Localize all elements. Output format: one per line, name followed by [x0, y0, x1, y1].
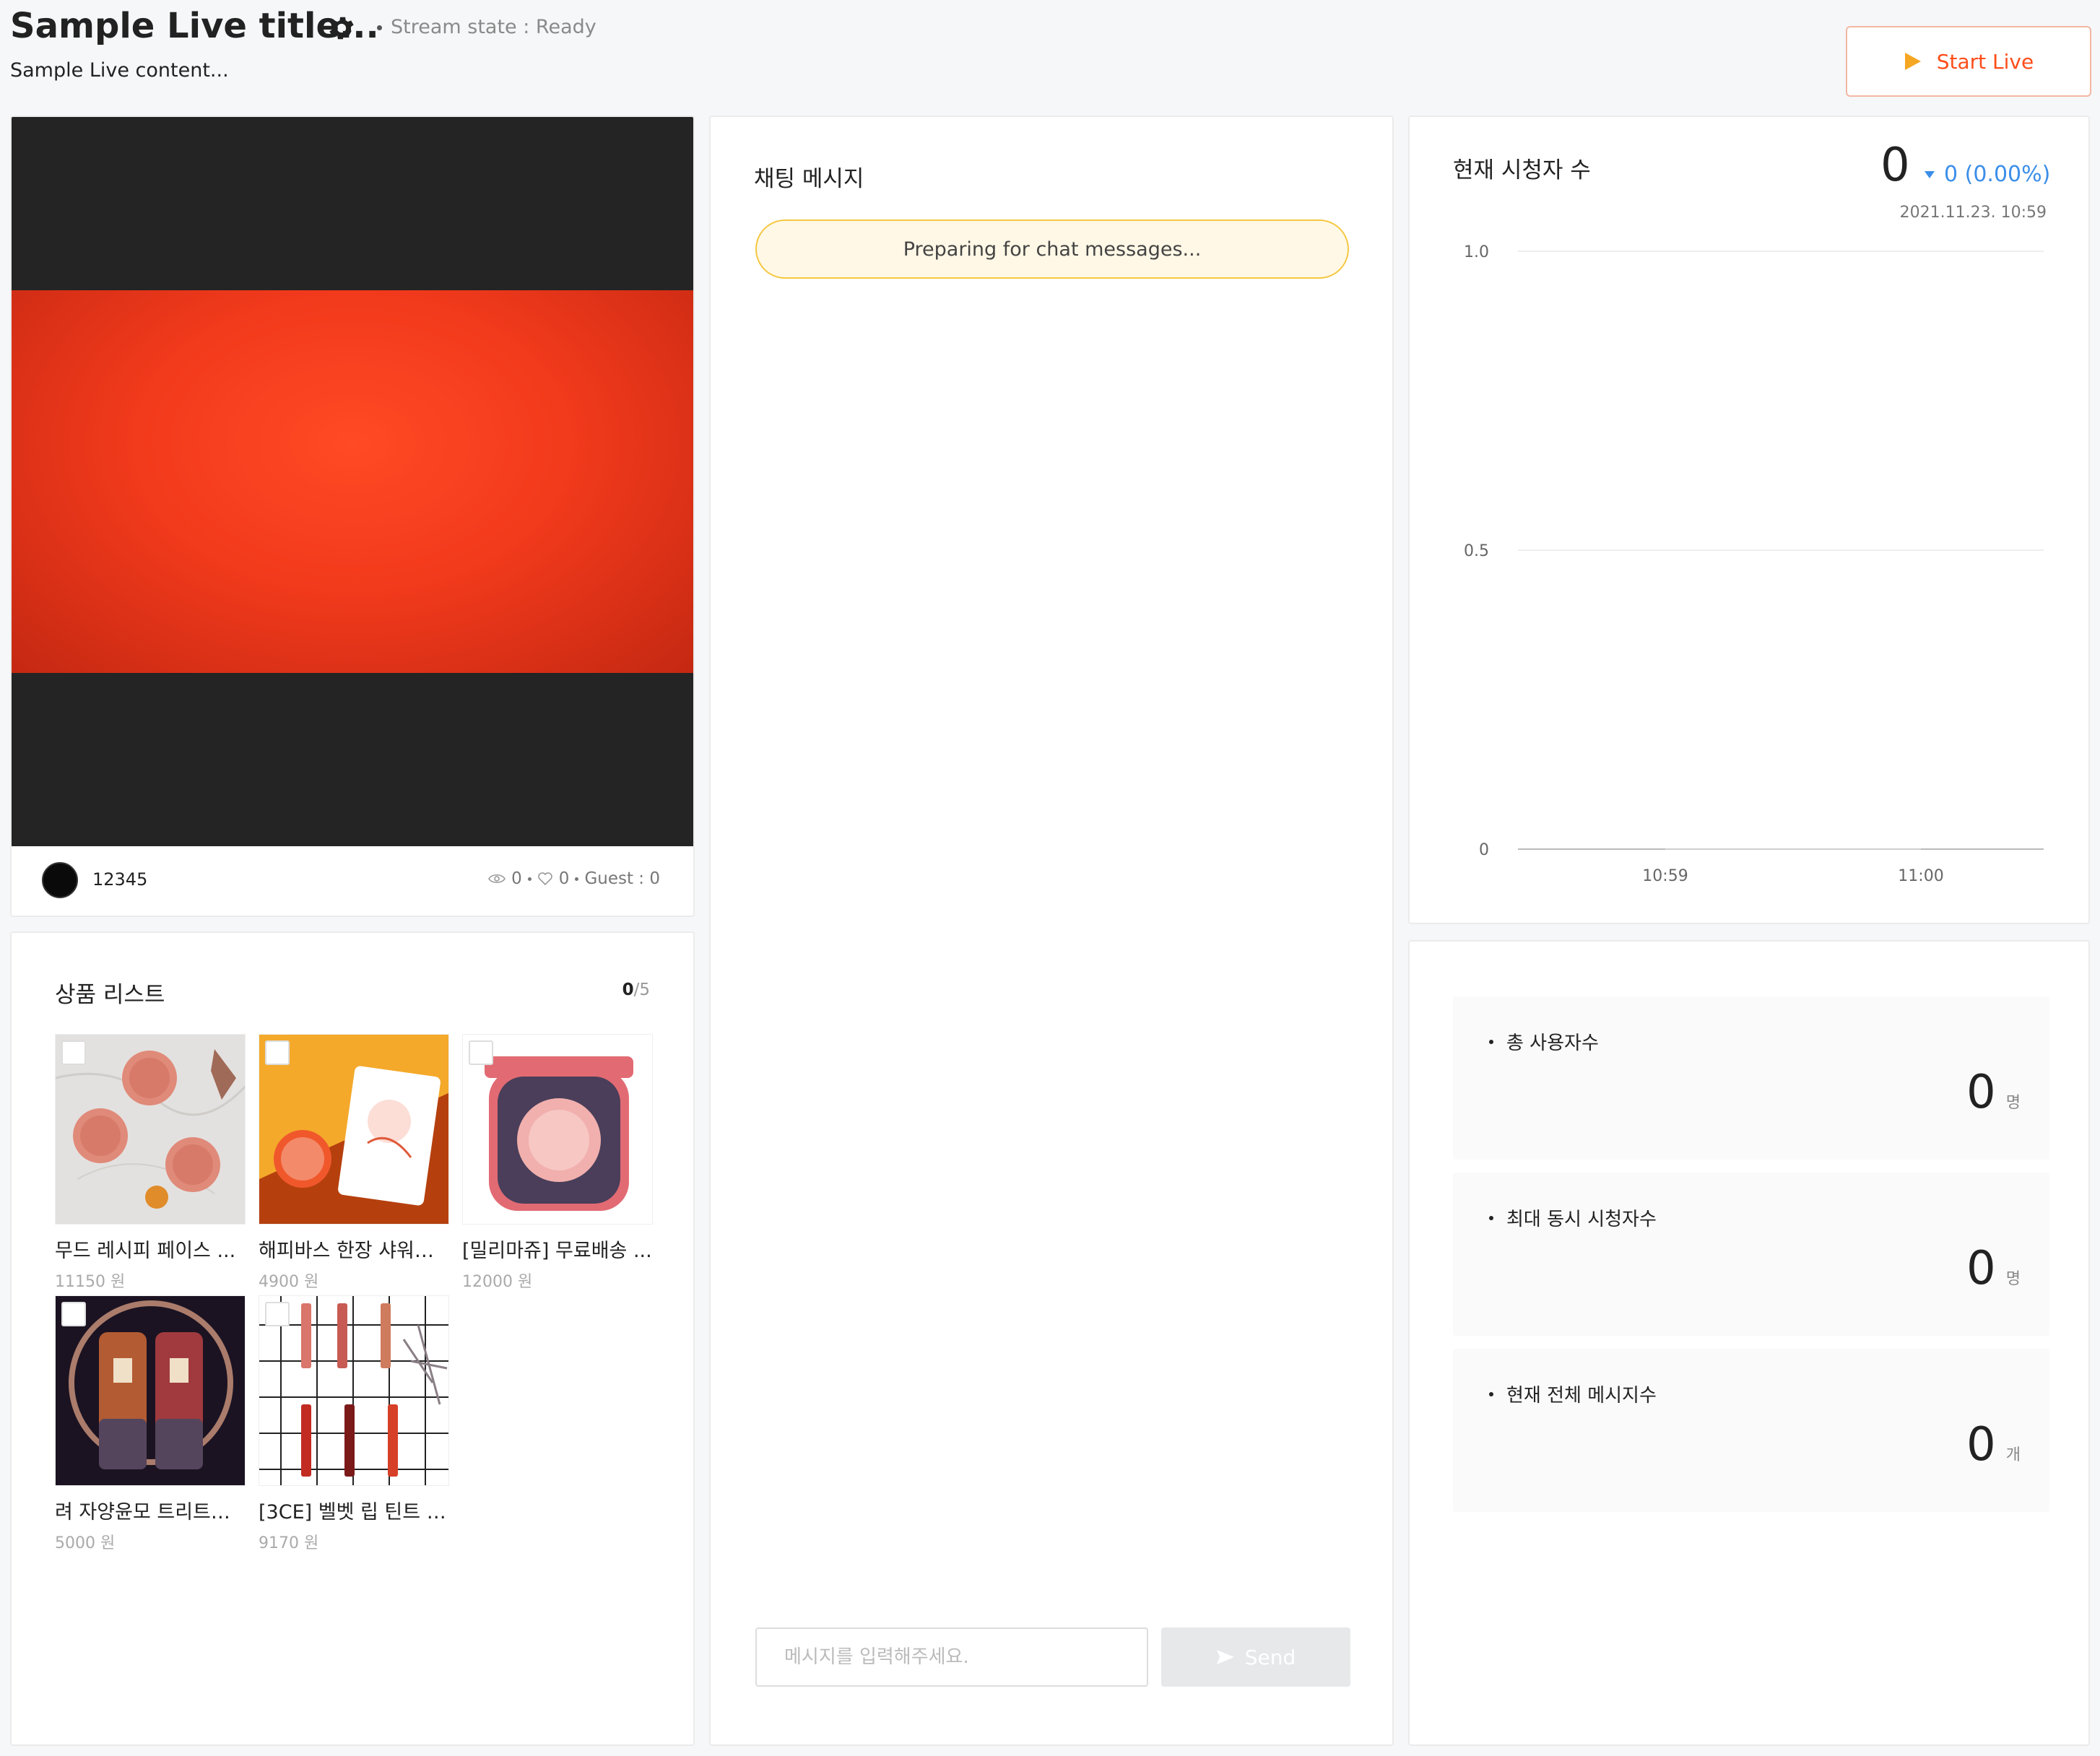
product-list-card: 상품 리스트 0/5 무드 레시피 페이스 ... 11150 원 해피바스 한… — [10, 931, 695, 1746]
stat-unit: 명 — [2005, 1094, 2021, 1112]
video-stats: 0 0 Guest : 0 — [488, 869, 660, 888]
stat-label: 현재 전체 메시지수 — [1489, 1381, 1657, 1407]
x-tick-label: 10:59 — [1642, 867, 1688, 885]
start-live-button[interactable]: Start Live — [1846, 26, 2091, 97]
product-item[interactable]: 려 자양윤모 트리트먼... 5000 원 — [55, 1295, 246, 1553]
x-tick-label: 11:00 — [1898, 867, 1943, 885]
stat-number: 0 — [1966, 1418, 1996, 1472]
stat-label: 최대 동시 시청자수 — [1489, 1204, 1657, 1231]
product-item[interactable]: [밀리마쥬] 무료배송 ... 12000 원 — [462, 1034, 653, 1292]
product-selected-count: 0/5 — [622, 981, 650, 999]
video-frame — [12, 290, 693, 673]
product-name: [3CE] 벨벳 립 틴트 4g — [259, 1501, 449, 1524]
stat-label-text: 최대 동시 시청자수 — [1506, 1209, 1657, 1230]
send-icon — [1216, 1650, 1234, 1664]
product-image — [55, 1034, 246, 1225]
guest-count: Guest : 0 — [584, 869, 660, 888]
product-image — [462, 1034, 653, 1225]
product-price: 5000 원 — [55, 1534, 116, 1552]
total-count: /5 — [633, 981, 650, 999]
product-price: 12000 원 — [462, 1273, 533, 1291]
stat-value: 0명 — [1966, 1242, 2021, 1295]
bullet-icon — [377, 25, 382, 30]
product-checkbox[interactable] — [265, 1040, 290, 1065]
live-title: Sample Live title... — [10, 6, 379, 46]
stat-unit: 개 — [2005, 1446, 2021, 1464]
start-live-label: Start Live — [1936, 49, 2034, 74]
like-count: 0 — [558, 869, 570, 888]
heart-icon — [538, 872, 552, 886]
selected-count: 0 — [622, 981, 634, 999]
live-description: Sample Live content... — [10, 59, 229, 82]
stat-value: 0개 — [1966, 1418, 2021, 1472]
product-price: 4900 원 — [259, 1273, 319, 1291]
eye-icon — [488, 874, 506, 884]
bullet-icon — [1489, 1039, 1493, 1044]
stat-peak-viewers: 최대 동시 시청자수 0명 — [1453, 1173, 2049, 1336]
bullet-icon — [1489, 1215, 1493, 1220]
y-tick-label: 0 — [1479, 841, 1489, 859]
stat-label-text: 현재 전체 메시지수 — [1506, 1385, 1657, 1407]
stat-number: 0 — [1966, 1242, 1996, 1295]
send-label: Send — [1244, 1645, 1296, 1669]
product-item[interactable]: [3CE] 벨벳 립 틴트 4g 9170 원 — [259, 1295, 449, 1553]
product-image — [259, 1295, 449, 1486]
chat-card: 채팅 메시지 Preparing for chat messages... Se… — [709, 116, 1394, 1746]
product-checkbox[interactable] — [61, 1040, 86, 1065]
send-button[interactable]: Send — [1161, 1627, 1350, 1687]
stream-state-text: Stream state : Ready — [391, 16, 596, 38]
product-item[interactable]: 해피바스 한장 샤워티슈 4900 원 — [259, 1034, 449, 1292]
video-preview-card: 12345 0 0 Guest : 0 — [10, 116, 695, 917]
stat-label-text: 총 사용자수 — [1506, 1033, 1599, 1054]
product-checkbox[interactable] — [61, 1302, 86, 1326]
product-item[interactable]: 무드 레시피 페이스 ... 11150 원 — [55, 1034, 246, 1292]
separator-dot — [527, 877, 531, 881]
product-image — [55, 1295, 246, 1486]
y-tick-label: 1.0 — [1464, 243, 1489, 261]
video-preview[interactable] — [12, 117, 693, 846]
product-checkbox[interactable] — [469, 1040, 493, 1065]
page-header: Sample Live title... Stream state : Read… — [0, 0, 2100, 116]
viewer-count-card: 현재 시청자 수 0 0 (0.00%) 2021.11.23. 10:59 1… — [1408, 116, 2090, 924]
product-list-title: 상품 리스트 — [55, 982, 165, 1008]
gear-icon[interactable] — [326, 13, 357, 43]
product-name: [밀리마쥬] 무료배송 ... — [462, 1240, 652, 1262]
stat-total-users: 총 사용자수 0명 — [1453, 996, 2049, 1160]
product-checkbox[interactable] — [265, 1302, 290, 1326]
channel-name: 12345 — [92, 869, 148, 890]
product-name: 해피바스 한장 샤워티슈 — [259, 1240, 449, 1262]
separator-dot — [575, 877, 579, 881]
product-price: 11150 원 — [55, 1273, 126, 1291]
product-price: 9170 원 — [259, 1534, 319, 1552]
stat-total-messages: 현재 전체 메시지수 0개 — [1453, 1349, 2049, 1512]
chat-status-banner: Preparing for chat messages... — [755, 220, 1349, 279]
chat-message-input[interactable] — [755, 1627, 1148, 1687]
avatar — [42, 862, 78, 898]
video-info-bar: 12345 0 0 Guest : 0 — [12, 846, 693, 916]
chat-title: 채팅 메시지 — [754, 166, 864, 192]
view-count: 0 — [511, 869, 522, 888]
play-icon — [1904, 53, 1921, 70]
product-name: 무드 레시피 페이스 ... — [55, 1240, 236, 1262]
stat-value: 0명 — [1966, 1066, 2021, 1119]
stream-state: Stream state : Ready — [377, 16, 596, 38]
stat-number: 0 — [1966, 1066, 1996, 1119]
y-tick-label: 0.5 — [1464, 542, 1489, 560]
stats-card: 총 사용자수 0명 최대 동시 시청자수 0명 현재 전체 메시지수 0개 — [1408, 940, 2090, 1746]
viewer-line-chart: 1.0 0.5 0 10:59 11:00 — [1464, 243, 2044, 885]
stat-label: 총 사용자수 — [1489, 1028, 1599, 1055]
bullet-icon — [1489, 1391, 1493, 1396]
stat-unit: 명 — [2005, 1270, 2021, 1288]
product-name: 려 자양윤모 트리트먼... — [55, 1501, 246, 1524]
product-image — [259, 1034, 449, 1225]
